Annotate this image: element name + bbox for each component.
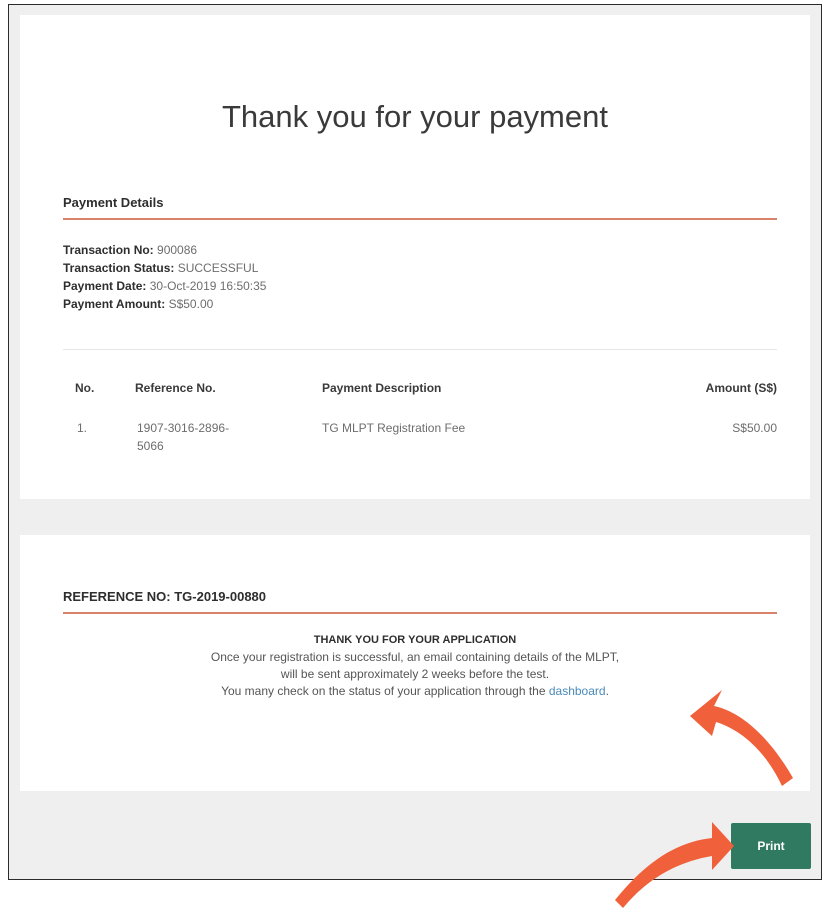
application-line-2: will be sent approximately 2 weeks befor… [280, 667, 550, 681]
transaction-status-value: SUCCESSFUL [177, 261, 259, 275]
payment-date-label: Payment Date: [63, 279, 147, 293]
payment-date-value: 30-Oct-2019 16:50:35 [149, 279, 267, 293]
application-line-1: Once your registration is successful, an… [210, 650, 620, 664]
print-button[interactable]: Print [731, 823, 811, 869]
payment-amount-label: Payment Amount: [63, 297, 166, 311]
column-header-amount: Amount (S$) [705, 381, 777, 395]
payment-amount-row: Payment Amount: S$50.00 [63, 295, 266, 313]
payment-amount-value: S$50.00 [168, 297, 214, 311]
page-title: Thank you for your payment [222, 99, 608, 134]
dashboard-link[interactable]: dashboard [549, 684, 606, 698]
row-reference: 1907-3016-2896- 5066 [137, 419, 229, 455]
application-line-3-text: You many check on the status of your app… [221, 684, 549, 698]
column-header-reference: Reference No. [135, 381, 216, 395]
row-description: TG MLPT Registration Fee [322, 421, 466, 435]
row-reference-line1: 1907-3016-2896- [137, 421, 230, 435]
row-no: 1. [77, 421, 88, 435]
column-header-description: Payment Description [322, 381, 442, 395]
payment-date-row: Payment Date: 30-Oct-2019 16:50:35 [63, 277, 266, 295]
row-reference-line2: 5066 [137, 439, 164, 453]
transaction-status-row: Transaction Status: SUCCESSFUL [63, 259, 266, 277]
column-header-no: No. [75, 381, 95, 395]
payment-confirmation-window: Thank you for your payment Payment Detai… [8, 4, 822, 880]
payment-details-list: Transaction No: 900086 Transaction Statu… [63, 241, 266, 313]
payment-details-heading: Payment Details [63, 195, 164, 210]
reference-divider [63, 612, 777, 614]
transaction-no-label: Transaction No: [63, 243, 154, 257]
table-top-divider [63, 349, 777, 350]
application-reference-card: REFERENCE NO: TG-2019-00880 THANK YOU FO… [20, 535, 810, 791]
reference-no-heading: REFERENCE NO: TG-2019-00880 [63, 589, 267, 604]
transaction-status-label: Transaction Status: [63, 261, 175, 275]
application-line-3-suffix: . [605, 684, 609, 698]
payment-details-divider [63, 218, 777, 220]
application-thanks: THANK YOU FOR YOUR APPLICATION [313, 634, 517, 646]
row-amount: S$50.00 [732, 421, 777, 435]
application-line-3: You many check on the status of your app… [20, 683, 810, 700]
payment-summary-card: Thank you for your payment Payment Detai… [20, 15, 810, 499]
application-message: THANK YOU FOR YOUR APPLICATION Once your… [20, 632, 810, 700]
transaction-no-value: 900086 [157, 243, 198, 257]
transaction-no-row: Transaction No: 900086 [63, 241, 266, 259]
